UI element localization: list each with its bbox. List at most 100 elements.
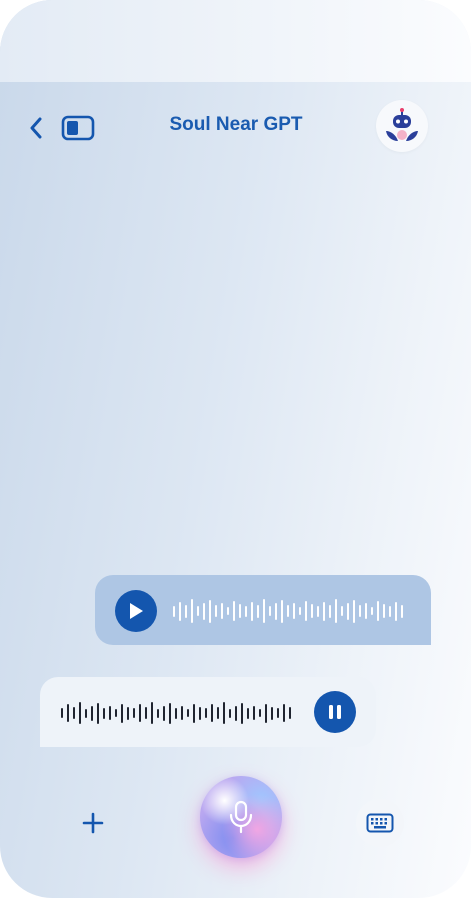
pause-button[interactable] [314,691,356,733]
header: Soul Near GPT [0,82,471,174]
waveform-bar [323,601,325,621]
waveform-bar [197,606,199,616]
waveform-bar [289,707,291,719]
waveform-bar [103,707,105,719]
waveform-bar [299,607,301,615]
waveform-bar [109,706,111,720]
avatar[interactable] [376,100,428,152]
waveform-bar [239,604,241,618]
audio-waveform [61,695,295,731]
waveform-bar [179,601,181,621]
waveform-bar [389,605,391,617]
waveform-bar [233,601,235,621]
waveform-bar [181,706,183,720]
waveform-bar [121,703,123,723]
microphone-icon [229,800,253,834]
waveform-bar [259,709,261,717]
sidebar-panel-icon [61,115,95,141]
keyboard-toggle-button[interactable] [356,799,404,847]
waveform-bar [253,706,255,720]
waveform-bar [215,605,217,617]
pause-icon [329,705,341,719]
waveform-bar [187,709,189,717]
plus-icon [82,812,104,834]
waveform-bar [401,604,403,618]
robot-avatar-icon [386,108,418,141]
waveform-bar [377,601,379,621]
app-screen: Soul Near GPT [0,0,471,898]
waveform-bar [79,702,81,724]
waveform-bar [227,607,229,615]
waveform-bar [151,702,153,724]
play-icon [130,603,143,619]
voice-record-button[interactable] [200,776,282,858]
play-button[interactable] [115,590,157,632]
waveform-bar [371,607,373,615]
waveform-bar [383,604,385,618]
waveform-bar [139,704,141,722]
waveform-bar [91,705,93,721]
waveform-bar [245,605,247,617]
waveform-bar [85,708,87,718]
waveform-bar [359,605,361,617]
waveform-bar [191,599,193,623]
voice-message-incoming [40,677,376,747]
waveform-bar [275,602,277,620]
waveform-bar [283,704,285,722]
status-bar [0,0,471,82]
page-title: Soul Near GPT [169,114,303,135]
keyboard-icon [366,813,394,833]
waveform-bar [221,603,223,619]
waveform-bar [269,606,271,616]
waveform-bar [265,703,267,723]
waveform-bar [235,705,237,721]
waveform-bar [223,702,225,724]
waveform-bar [247,707,249,719]
waveform-bar [61,708,63,718]
chevron-left-icon [30,117,42,139]
sidebar-toggle-button[interactable] [61,115,95,141]
waveform-bar [287,605,289,617]
waveform-bar [281,599,283,623]
waveform-bar [175,707,177,719]
waveform-bar [133,708,135,718]
waveform-bar [163,705,165,721]
waveform-bar [365,603,367,619]
waveform-bar [229,708,231,718]
waveform-bar [73,707,75,719]
waveform-bar [347,602,349,620]
back-button[interactable] [22,112,50,144]
waveform-bar [217,707,219,719]
waveform-bar [317,605,319,617]
waveform-bar [173,605,175,617]
waveform-bar [293,603,295,619]
waveform-bar [241,702,243,724]
waveform-bar [277,708,279,718]
waveform-bar [263,599,265,623]
waveform-bar [353,599,355,623]
waveform-bar [127,706,129,720]
waveform-bar [311,604,313,618]
waveform-bar [145,707,147,719]
waveform-bar [341,606,343,616]
waveform-bar [257,604,259,618]
waveform-bar [329,604,331,618]
waveform-bar [335,599,337,623]
waveform-bar [185,604,187,618]
voice-message-outgoing [95,575,431,645]
waveform-bar [271,706,273,720]
waveform-bar [205,708,207,718]
add-attachment-button[interactable] [76,806,110,840]
waveform-bar [305,601,307,621]
waveform-bar [67,704,69,722]
waveform-bar [169,702,171,724]
waveform-bar [211,704,213,722]
waveform-bar [203,602,205,620]
audio-waveform [173,592,407,630]
waveform-bar [395,601,397,621]
waveform-bar [115,709,117,717]
waveform-bar [193,703,195,723]
waveform-bar [251,601,253,621]
waveform-bar [209,599,211,623]
waveform-bar [157,708,159,718]
